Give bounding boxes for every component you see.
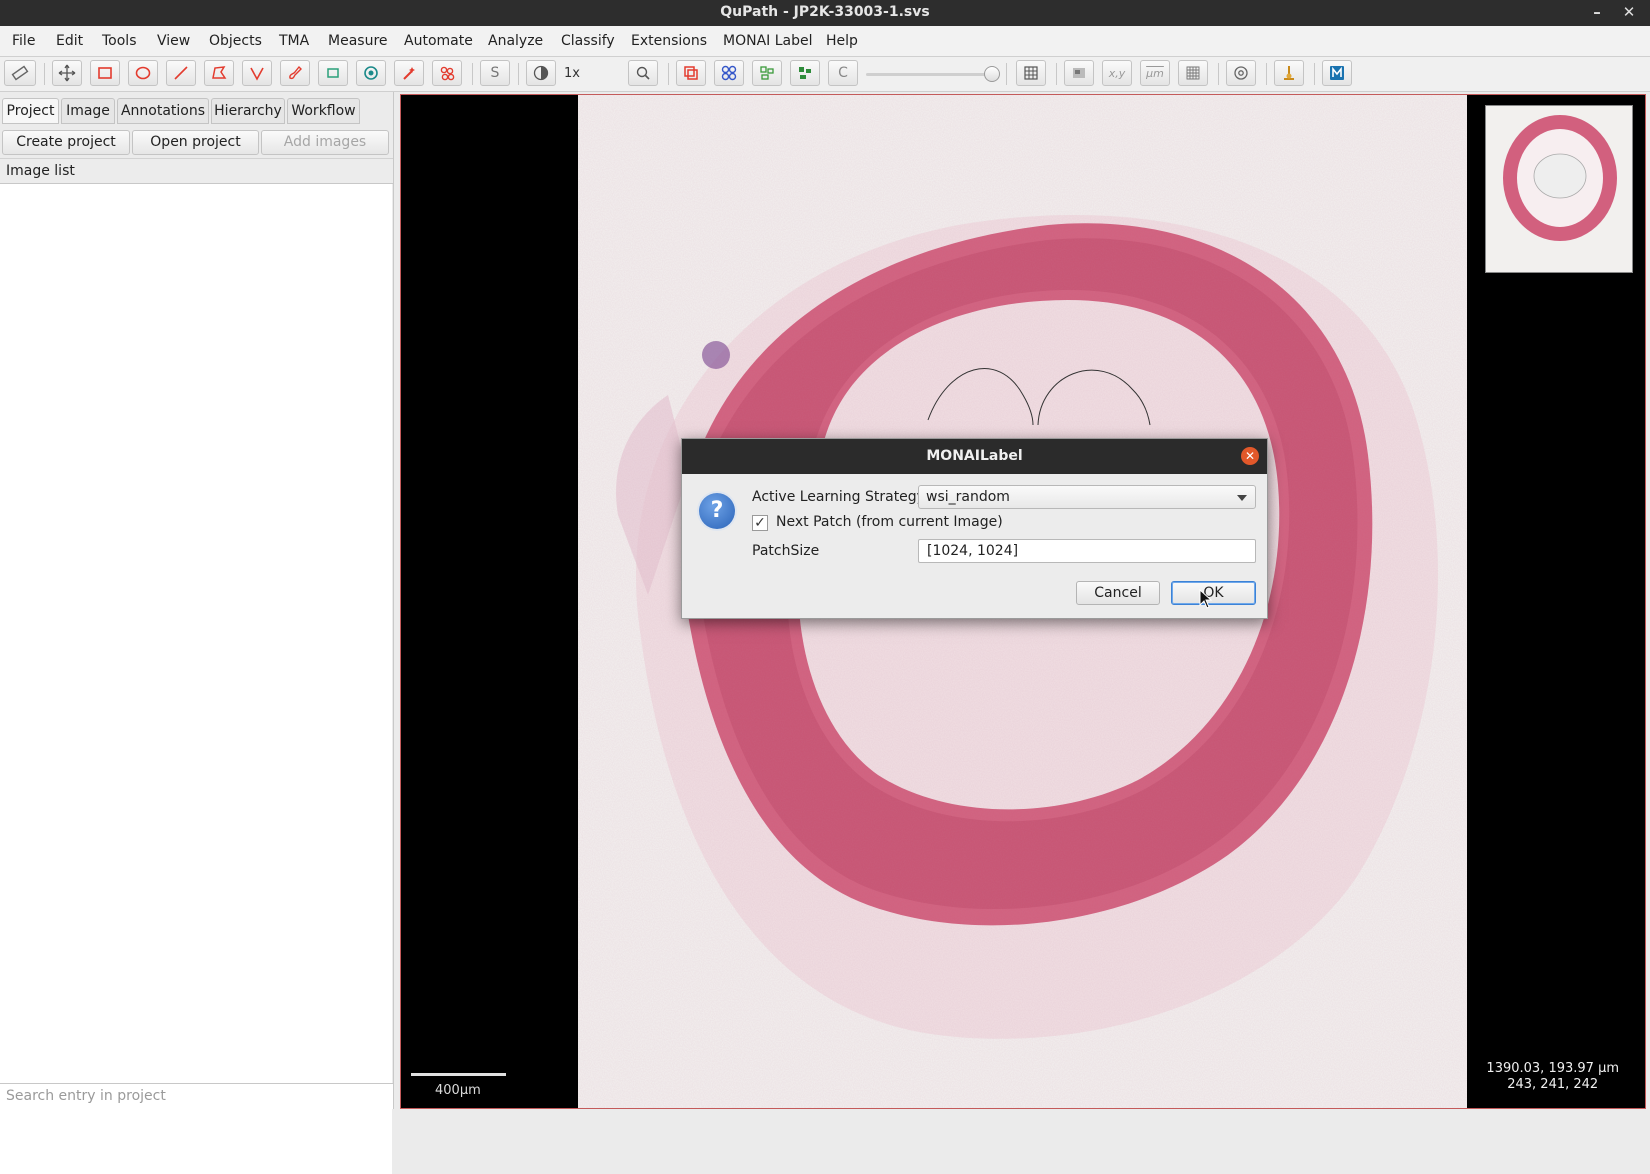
strategy-label: Active Learning Strategy (752, 489, 925, 505)
measure-ruler-icon[interactable] (4, 60, 36, 86)
tab-image[interactable]: Image (61, 98, 115, 124)
scalebar-icon[interactable]: μm (1140, 60, 1170, 86)
menu-classify[interactable]: Classify (561, 33, 615, 49)
dialog-title: MONAILabel (682, 439, 1267, 474)
open-project-button[interactable]: Open project (132, 130, 259, 155)
show-tma-grid-icon[interactable] (714, 60, 744, 86)
menu-objects[interactable]: Objects (209, 33, 262, 49)
zoom-to-fit-icon[interactable] (628, 60, 658, 86)
dialog-close-icon[interactable]: ✕ (1241, 447, 1259, 465)
menu-help[interactable]: Help (826, 33, 858, 49)
minimize-button[interactable]: – (1586, 2, 1608, 24)
question-icon: ? (699, 493, 735, 529)
right-edge (1646, 92, 1650, 1109)
menu-file[interactable]: File (12, 33, 35, 49)
strategy-value: wsi_random (926, 489, 1010, 505)
cursor-coordinates: 1390.03, 193.97 μm 243, 241, 242 (1486, 1061, 1619, 1093)
log-icon[interactable] (1274, 60, 1304, 86)
tab-workflow[interactable]: Workflow (287, 98, 360, 124)
chevron-down-icon (1237, 495, 1247, 501)
settings-icon[interactable] (1226, 60, 1256, 86)
show-detections-icon[interactable] (752, 60, 782, 86)
next-patch-label: Next Patch (from current Image) (776, 514, 1003, 530)
tab-annotations[interactable]: Annotations (117, 98, 209, 124)
scalebar-label: 400μm (435, 1083, 481, 1098)
window-close-button[interactable]: ✕ (1618, 2, 1640, 24)
show-connections-icon[interactable]: C (828, 60, 858, 86)
left-panel: Project Image Annotations Hierarchy Work… (0, 92, 394, 1174)
scalebar (411, 1073, 506, 1076)
menu-automate[interactable]: Automate (404, 33, 473, 49)
project-search-input[interactable]: Search entry in project (0, 1083, 393, 1109)
opacity-slider-thumb[interactable] (984, 66, 1000, 82)
line-icon[interactable] (166, 60, 196, 86)
brightness-contrast-icon[interactable] (526, 60, 556, 86)
overview-icon[interactable] (1064, 60, 1094, 86)
wand-icon[interactable] (318, 60, 348, 86)
menu-monai-label[interactable]: MONAI Label (723, 33, 813, 49)
menu-edit[interactable]: Edit (56, 33, 83, 49)
create-project-button[interactable]: Create project (2, 130, 130, 155)
selection-mode-icon[interactable]: S (480, 60, 510, 86)
location-icon[interactable]: x,y (1102, 60, 1132, 86)
toolbar: S 1x C x,y μm (0, 57, 1650, 92)
menu-tools[interactable]: Tools (102, 33, 137, 49)
zoom-level-label: 1x (564, 66, 580, 81)
next-patch-checkbox[interactable]: ✓ (752, 515, 768, 531)
rectangle-icon[interactable] (90, 60, 120, 86)
opacity-slider-track[interactable] (866, 73, 994, 76)
menu-extensions[interactable]: Extensions (631, 33, 707, 49)
counting-grid-icon[interactable] (1178, 60, 1208, 86)
menubar: File Edit Tools View Objects TMA Measure… (0, 26, 1650, 57)
window-title: QuPath - JP2K-33003-1.svs (720, 4, 930, 20)
magic-wand-icon[interactable] (394, 60, 424, 86)
show-annotations-icon[interactable] (676, 60, 706, 86)
cluster-points-icon[interactable] (432, 60, 462, 86)
image-list[interactable] (0, 184, 392, 1174)
menu-view[interactable]: View (157, 33, 190, 49)
monai-icon[interactable] (1322, 60, 1352, 86)
polyline-icon[interactable] (242, 60, 272, 86)
overview-thumbnail[interactable] (1485, 105, 1633, 273)
image-list-header: Image list (0, 158, 393, 184)
patchsize-input[interactable]: [1024, 1024] (918, 539, 1256, 563)
tab-hierarchy[interactable]: Hierarchy (211, 98, 285, 124)
move-icon[interactable] (52, 60, 82, 86)
strategy-dropdown[interactable]: wsi_random (918, 485, 1256, 509)
patchsize-label: PatchSize (752, 543, 820, 559)
fill-detections-icon[interactable] (790, 60, 820, 86)
cancel-button[interactable]: Cancel (1076, 581, 1160, 605)
ellipse-icon[interactable] (128, 60, 158, 86)
polygon-icon[interactable] (204, 60, 234, 86)
tab-project[interactable]: Project (2, 98, 59, 124)
menu-measure[interactable]: Measure (328, 33, 388, 49)
coords-rgb: 243, 241, 242 (1507, 1077, 1599, 1092)
brush-icon[interactable] (280, 60, 310, 86)
menu-analyze[interactable]: Analyze (488, 33, 543, 49)
coords-microns: 1390.03, 193.97 μm (1486, 1061, 1619, 1076)
mouse-cursor-icon (1199, 589, 1213, 609)
monailabel-dialog: MONAILabel ✕ ? Active Learning Strategy … (681, 438, 1268, 619)
menu-tma[interactable]: TMA (279, 33, 309, 49)
add-images-button[interactable]: Add images (261, 130, 389, 155)
points-icon[interactable] (356, 60, 386, 86)
grid-icon[interactable] (1016, 60, 1046, 86)
window-titlebar: QuPath - JP2K-33003-1.svs – ✕ (0, 0, 1650, 26)
ok-button[interactable]: OK (1171, 581, 1256, 605)
